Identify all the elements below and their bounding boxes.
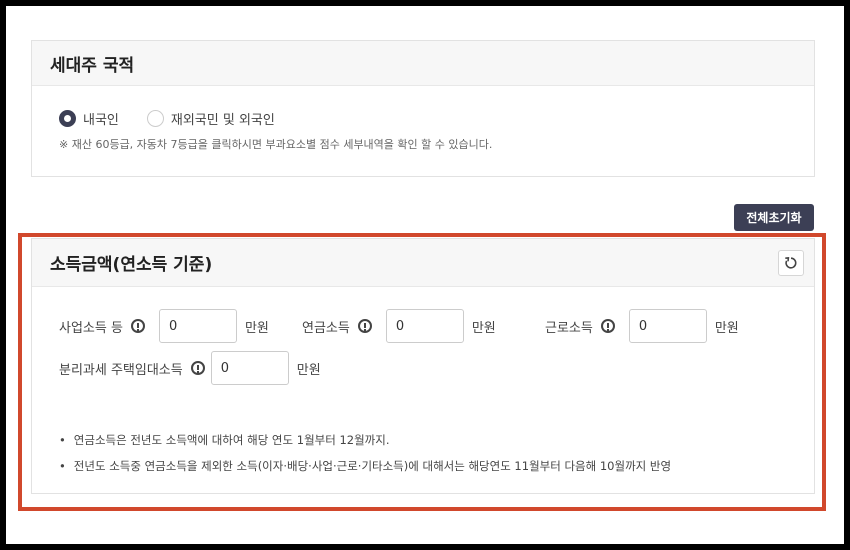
radio-foreign[interactable]: 재외국민 및 외국인 <box>146 109 275 128</box>
radio-unchecked-icon[interactable] <box>146 110 164 127</box>
nationality-radio-group: 내국인 재외국민 및 외국인 <box>59 109 303 128</box>
highlight-box <box>18 233 826 511</box>
radio-domestic[interactable]: 내국인 <box>59 109 119 128</box>
radio-domestic-label: 내국인 <box>83 113 119 128</box>
nationality-note: ※ 재산 60등급, 자동차 7등급을 클릭하시면 부과요소별 점수 세부내역을… <box>59 138 493 151</box>
radio-foreign-label: 재외국민 및 외국인 <box>170 113 275 128</box>
radio-checked-icon[interactable] <box>59 110 76 127</box>
nationality-panel: 세대주 국적 내국인 재외국민 및 외국인 ※ 재산 60등급, 자동차 7등급… <box>31 40 815 177</box>
reset-all-button[interactable]: 전체초기화 <box>734 204 814 231</box>
page-frame: 세대주 국적 내국인 재외국민 및 외국인 ※ 재산 60등급, 자동차 7등급… <box>6 6 844 544</box>
nationality-title: 세대주 국적 <box>50 55 135 76</box>
nationality-header: 세대주 국적 <box>32 41 814 86</box>
